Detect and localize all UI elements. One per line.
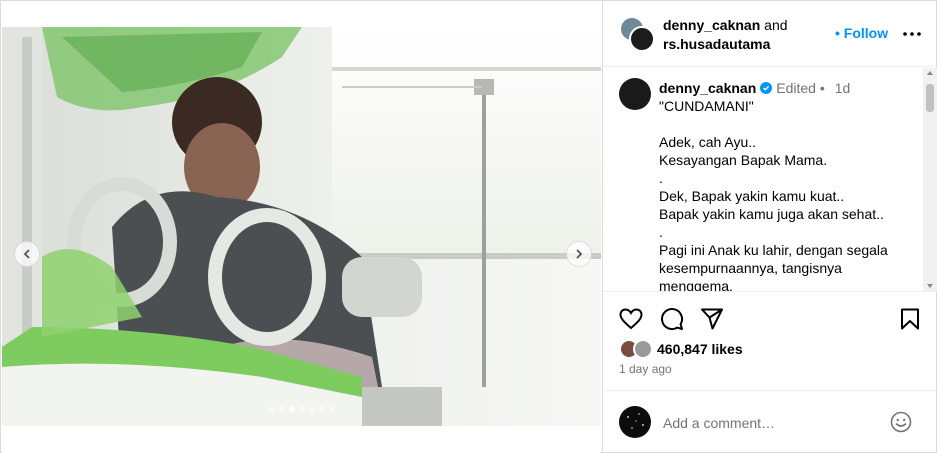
carousel-previous-button[interactable] bbox=[14, 241, 40, 267]
caption-line: Bapak yakin kamu juga akan sehat.. bbox=[659, 206, 884, 222]
comment-button[interactable] bbox=[658, 305, 686, 333]
caption-username[interactable]: denny_caknan bbox=[659, 79, 756, 97]
comment-composer bbox=[603, 390, 937, 453]
caption-text: "CUNDAMANI" Adek, cah Ayu.. Kesayangan Bap… bbox=[659, 97, 919, 292]
carousel-dot bbox=[319, 406, 325, 412]
post-photo bbox=[2, 27, 601, 426]
current-user-avatar bbox=[619, 406, 651, 438]
collab-usernames: denny_caknan and rs.husadautama bbox=[663, 16, 833, 54]
post-media[interactable] bbox=[2, 27, 601, 426]
comment-icon bbox=[661, 308, 684, 331]
header-joiner: and bbox=[764, 17, 788, 33]
carousel-dot bbox=[279, 406, 285, 412]
emoji-icon bbox=[890, 411, 912, 433]
chevron-right-icon bbox=[576, 249, 583, 259]
verified-badge-icon bbox=[760, 82, 773, 94]
carousel-dot bbox=[269, 406, 275, 412]
like-button[interactable] bbox=[617, 305, 645, 333]
scroll-down-arrow-icon[interactable] bbox=[927, 284, 933, 288]
scroll-up-arrow-icon[interactable] bbox=[927, 71, 933, 75]
likes-count[interactable]: 460,847 likes bbox=[657, 341, 743, 357]
caption-meta: denny_caknan Edited • 1d bbox=[659, 79, 919, 97]
caption-age: 1d bbox=[834, 80, 851, 96]
carousel-dot bbox=[329, 406, 335, 412]
caption-scroll-thumb[interactable] bbox=[926, 84, 934, 112]
carousel-dot bbox=[309, 406, 315, 412]
post-container: denny_caknan and rs.husadautama • Follow… bbox=[0, 0, 937, 453]
caption-line: Dek, Bapak yakin kamu kuat.. bbox=[659, 188, 845, 204]
caption-line: . bbox=[659, 170, 663, 186]
save-button[interactable] bbox=[896, 305, 924, 333]
more-options-button[interactable] bbox=[901, 23, 923, 45]
carousel-next-button[interactable] bbox=[566, 241, 592, 267]
emoji-button[interactable] bbox=[889, 410, 913, 434]
caption-avatar[interactable] bbox=[619, 78, 651, 110]
likes-row[interactable]: 460,847 likes bbox=[619, 339, 743, 359]
caption-line: Adek, cah Ayu.. bbox=[659, 134, 757, 150]
carousel-indicator bbox=[269, 406, 335, 412]
post-header: denny_caknan and rs.husadautama • Follow bbox=[603, 1, 937, 67]
collab-avatars[interactable] bbox=[619, 16, 657, 54]
chevron-left-icon bbox=[23, 249, 30, 259]
caption-edited-label: Edited • bbox=[776, 80, 825, 96]
header-username-one[interactable]: denny_caknan bbox=[663, 17, 760, 33]
liker-avatar bbox=[633, 339, 653, 359]
caption-line bbox=[659, 115, 919, 133]
post-actions bbox=[603, 305, 937, 333]
heart-icon bbox=[619, 308, 643, 330]
follow-button[interactable]: • Follow bbox=[835, 25, 888, 41]
post-timestamp[interactable]: 1 day ago bbox=[619, 362, 672, 376]
comment-input[interactable] bbox=[663, 413, 883, 433]
caption-line: Kesayangan Bapak Mama. bbox=[659, 152, 828, 168]
header-username-two[interactable]: rs.husadautama bbox=[663, 36, 770, 52]
avatar-denny-caknan bbox=[629, 26, 655, 52]
caption-line: . bbox=[659, 224, 663, 240]
caption-body: denny_caknan Edited • 1d "CUNDAMANI" Adek… bbox=[659, 79, 919, 292]
caption-line: "CUNDAMANI" bbox=[659, 98, 754, 114]
more-options-icon bbox=[903, 32, 921, 36]
carousel-dot bbox=[289, 406, 295, 412]
post-details-pane: denny_caknan and rs.husadautama • Follow… bbox=[602, 1, 937, 453]
paper-plane-icon bbox=[701, 308, 723, 330]
caption-line: menggema. bbox=[659, 278, 733, 292]
carousel-dot bbox=[299, 406, 305, 412]
share-button[interactable] bbox=[698, 305, 726, 333]
caption-line: Pagi ini Anak ku lahir, dengan segala bbox=[659, 242, 888, 258]
caption-section: denny_caknan Edited • 1d "CUNDAMANI" Adek… bbox=[603, 68, 937, 292]
bookmark-icon bbox=[901, 308, 919, 330]
caption-line: kesempurnaannya, tangisnya bbox=[659, 260, 842, 276]
